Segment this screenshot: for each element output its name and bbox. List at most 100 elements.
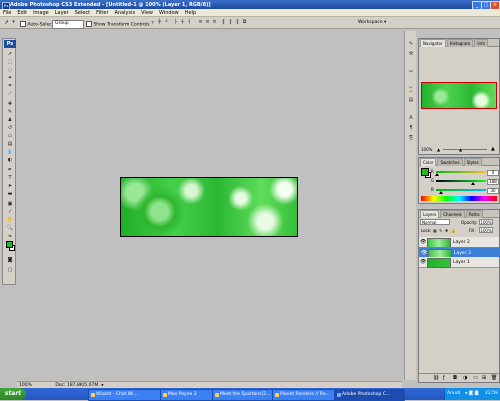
path-selection-tool-icon[interactable]: ➤ <box>5 183 15 189</box>
move-tool-icon[interactable]: ➚ <box>5 51 15 57</box>
tab-paths[interactable]: Paths <box>465 210 483 218</box>
menu-view[interactable]: View <box>138 9 156 17</box>
brushes-panel-icon[interactable]: ✎ <box>407 41 415 48</box>
tray-language[interactable]: Arvuti <box>447 391 460 396</box>
menu-file[interactable]: File <box>0 9 14 17</box>
notes-tool-icon[interactable]: ▣ <box>5 201 15 207</box>
taskbar-item[interactable]: Planet Renders // Re... <box>272 389 341 401</box>
green-slider[interactable] <box>436 180 486 182</box>
blue-slider[interactable] <box>436 189 486 191</box>
color-spectrum-bar[interactable] <box>421 196 497 201</box>
history-panel-icon[interactable]: ⌛ <box>407 87 415 94</box>
layer-row[interactable]: 👁 Layer 1 <box>419 257 499 268</box>
swap-colors-icon[interactable]: ⇆ <box>5 233 15 239</box>
green-slider-knob[interactable] <box>471 182 475 185</box>
menu-select[interactable]: Select <box>72 9 93 17</box>
taskbar-item[interactable]: Meet the Spartans(2... <box>212 389 279 401</box>
dodge-tool-icon[interactable]: ◐ <box>5 157 15 163</box>
healing-brush-tool-icon[interactable]: ✚ <box>5 101 15 107</box>
tab-info[interactable]: Info <box>474 39 488 47</box>
taskbar-item-active[interactable]: Adobe Photoshop C... <box>334 389 405 401</box>
menu-layer[interactable]: Layer <box>52 9 72 17</box>
show-transform-checkbox[interactable] <box>86 20 92 27</box>
color-fg-swatch[interactable] <box>421 168 429 176</box>
align-right-icon[interactable]: ┤ <box>187 20 192 25</box>
zoom-tool-icon[interactable]: 🔍 <box>5 225 15 231</box>
blue-value[interactable]: 30 <box>487 188 499 194</box>
blur-tool-icon[interactable]: 💧 <box>5 149 15 155</box>
new-layer-icon[interactable]: ⊞ <box>482 375 486 381</box>
quick-mask-icon[interactable]: ◙ <box>5 257 15 263</box>
eraser-tool-icon[interactable]: ▭ <box>5 133 15 139</box>
distribute-top-icon[interactable]: ≡ <box>198 20 203 25</box>
clone-stamp-tool-icon[interactable]: ♟ <box>5 117 15 123</box>
navigator-zoom-slider[interactable] <box>443 149 487 150</box>
eyedropper-tool-icon[interactable]: ⁄ <box>5 209 15 215</box>
align-left-icon[interactable]: ├ <box>173 20 178 25</box>
distribute-left-icon[interactable]: ‖ <box>221 20 226 25</box>
zoom-out-icon[interactable]: ▲ <box>437 147 440 152</box>
eye-icon[interactable]: 👁 <box>420 259 426 265</box>
red-value[interactable]: 0 <box>487 170 499 176</box>
taskbar-item[interactable]: Wizard - Chat Wi... <box>88 389 167 401</box>
fill-input[interactable]: 100% <box>479 227 493 233</box>
tray-icons[interactable]: ◂ ◙ ◙ <box>465 391 479 396</box>
shape-tool-icon[interactable]: ▬ <box>5 191 15 197</box>
actions-panel-icon[interactable]: ✂ <box>407 69 415 76</box>
marquee-tool-icon[interactable]: ⬚ <box>5 59 15 65</box>
menu-edit[interactable]: Edit <box>14 9 30 17</box>
document-canvas[interactable] <box>120 177 298 237</box>
tool-presets-icon[interactable]: ⚒ <box>407 51 415 58</box>
screen-mode-icon[interactable]: ▢ <box>5 267 15 273</box>
tool-preset-chevron-icon[interactable]: ▾ <box>11 20 16 25</box>
distribute-bottom-icon[interactable]: ≡ <box>212 20 217 25</box>
menu-analysis[interactable]: Analysis <box>112 9 139 17</box>
eye-icon[interactable]: 👁 <box>420 239 426 245</box>
layer-mask-icon[interactable]: ◘ <box>453 375 457 381</box>
green-value[interactable]: 188 <box>487 179 499 185</box>
lock-position-icon[interactable]: ✥ <box>445 228 448 233</box>
opacity-input[interactable]: 100% <box>479 219 493 225</box>
magic-wand-tool-icon[interactable]: ✦ <box>5 75 15 81</box>
new-group-icon[interactable]: ▭ <box>473 375 478 381</box>
menu-window[interactable]: Window <box>156 9 182 17</box>
clone-source-icon[interactable]: ⎘ <box>407 135 415 142</box>
layer-comps-icon[interactable]: ▤ <box>407 97 415 104</box>
navigator-zoom-knob-icon[interactable]: ▲ <box>459 147 462 152</box>
align-bottom-icon[interactable]: ┴ <box>164 20 169 25</box>
hand-tool-icon[interactable]: ✋ <box>5 217 15 223</box>
history-brush-tool-icon[interactable]: ↺ <box>5 125 15 131</box>
tab-navigator[interactable]: Navigator <box>420 39 446 47</box>
gradient-tool-icon[interactable]: ▤ <box>5 141 15 147</box>
distribute-right-icon[interactable]: ‖ <box>235 20 240 25</box>
menu-image[interactable]: Image <box>30 9 52 17</box>
navigator-thumbnail[interactable] <box>421 82 497 109</box>
auto-select-checkbox[interactable] <box>20 20 26 27</box>
adjustment-layer-icon[interactable]: ◑ <box>463 375 467 381</box>
tab-channels[interactable]: Channels <box>440 210 465 218</box>
menu-help[interactable]: Help <box>182 9 199 17</box>
start-button[interactable]: start <box>0 388 26 400</box>
blend-mode-dropdown[interactable]: Normal <box>420 219 450 225</box>
layer-style-icon[interactable]: ƒ <box>443 375 445 381</box>
lock-transparent-icon[interactable]: ▦ <box>433 228 437 233</box>
align-hcenter-icon[interactable]: ┼ <box>180 20 185 25</box>
red-slider[interactable] <box>436 171 486 173</box>
tab-layers[interactable]: Layers <box>420 210 440 218</box>
lock-image-icon[interactable]: ✎ <box>439 228 442 233</box>
foreground-color-swatch[interactable] <box>6 241 13 248</box>
red-slider-knob[interactable] <box>435 173 439 176</box>
brush-tool-icon[interactable]: ✎ <box>5 109 15 115</box>
move-tool-icon[interactable]: ➚ <box>4 20 9 26</box>
lasso-tool-icon[interactable]: ◌ <box>5 67 15 73</box>
tab-color[interactable]: Color <box>420 158 437 166</box>
type-tool-icon[interactable]: T <box>5 175 15 181</box>
pen-tool-icon[interactable]: ✒ <box>5 167 15 173</box>
eye-icon[interactable]: 👁 <box>421 250 427 256</box>
workspace-menu[interactable]: Workspace ▾ <box>356 20 392 27</box>
tab-swatches[interactable]: Swatches <box>437 158 463 166</box>
link-layers-icon[interactable]: ⛓ <box>433 375 439 381</box>
tab-styles[interactable]: Styles <box>463 158 482 166</box>
align-top-icon[interactable]: ┬ <box>150 20 155 25</box>
menu-filter[interactable]: Filter <box>93 9 111 17</box>
